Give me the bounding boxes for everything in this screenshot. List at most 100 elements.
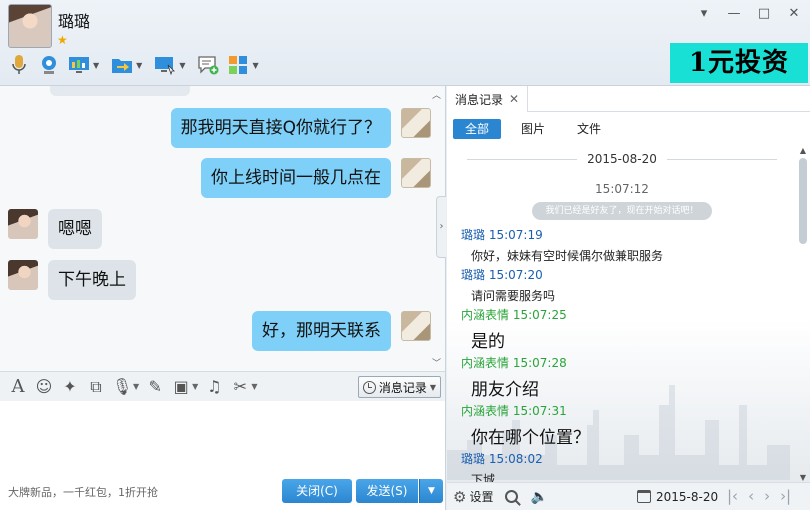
chevron-down-icon[interactable]: ▼: [136, 61, 142, 70]
maximize-button[interactable]: □: [756, 6, 772, 22]
history-scrollbar[interactable]: ▲ ▼: [798, 146, 808, 482]
message-text: 请问需要服务吗: [471, 289, 556, 303]
sender-name: 内涵表情: [461, 308, 510, 322]
magic-wand-icon[interactable]: ✦: [60, 377, 80, 396]
collapse-panel-handle[interactable]: ›: [436, 196, 446, 258]
history-time: 15:07:12: [595, 182, 649, 196]
history-entry[interactable]: 内涵表情 15:07:28 朋友介绍: [461, 354, 567, 400]
send-options-dropdown[interactable]: ▼: [419, 479, 443, 503]
history-filters: 全部 图片 文件: [453, 119, 613, 139]
apps-grid-icon[interactable]: [227, 54, 249, 76]
promo-link[interactable]: 大牌新品，一千红包，1折开抢: [8, 484, 158, 500]
history-entry[interactable]: 璐璐 15:07:19 你好，妹妹有空时候偶尔做兼职服务: [461, 226, 663, 264]
voice-message-icon[interactable]: 🎙: [112, 377, 132, 396]
message-row: 嗯嗯: [8, 209, 102, 249]
edit-icon[interactable]: ✎: [145, 377, 165, 396]
message-text: 朋友介绍: [471, 380, 539, 400]
history-date-picker[interactable]: 2015-8-20: [656, 490, 718, 504]
video-camera-icon[interactable]: [38, 54, 60, 76]
chevron-down-icon[interactable]: ▼: [252, 61, 258, 70]
scroll-up-arrow[interactable]: ︿: [432, 88, 441, 101]
history-tab-bar: 消息记录 ✕: [447, 86, 810, 112]
partial-message-bubble: [50, 86, 190, 96]
scroll-up-arrow[interactable]: ▲: [798, 146, 808, 155]
message-row: 下午晚上: [8, 260, 136, 300]
contact-name[interactable]: 璐璐: [58, 8, 90, 32]
message-row: 你上线时间一般几点在: [201, 158, 431, 198]
prev-page-button[interactable]: ‹: [748, 487, 754, 505]
sender-name: 璐璐: [461, 452, 486, 466]
message-row: 那我明天直接Q你就行了？: [170, 108, 431, 148]
microphone-icon[interactable]: [8, 54, 30, 76]
music-icon[interactable]: ♫: [204, 377, 224, 396]
close-window-button[interactable]: ✕: [786, 6, 802, 22]
message-text: 你在哪个位置？: [471, 428, 590, 448]
scroll-down-arrow[interactable]: ▼: [798, 473, 808, 482]
message-time: 15:07:28: [512, 356, 567, 370]
scroll-thumb[interactable]: [799, 158, 807, 244]
calendar-icon[interactable]: [637, 490, 651, 503]
screenshot-icon[interactable]: ⧉: [86, 377, 106, 397]
send-button[interactable]: 发送(S): [356, 479, 418, 503]
file-transfer-icon[interactable]: [111, 54, 133, 76]
chat-header: 璐璐 ★ ▾ — □ ✕ ▼ ▼ ▼ ▼ 1元投资: [0, 0, 810, 86]
chevron-down-icon: ▼: [429, 382, 436, 392]
message-history-label: 消息记录: [378, 380, 427, 395]
received-message-bubble[interactable]: 下午晚上: [48, 260, 136, 300]
system-notice: 我们已经是好友了，现在开始对话吧！: [532, 202, 712, 220]
close-icon[interactable]: ✕: [509, 92, 519, 106]
sender-name: 璐璐: [461, 268, 486, 282]
scroll-down-arrow[interactable]: ﹀: [432, 356, 441, 369]
message-time: 15:07:20: [488, 268, 543, 282]
my-avatar[interactable]: [401, 108, 431, 138]
chevron-down-icon[interactable]: ▼: [192, 382, 198, 391]
first-page-button[interactable]: |‹: [727, 487, 738, 505]
chevron-down-icon[interactable]: ▼: [179, 61, 185, 70]
received-message-bubble[interactable]: 嗯嗯: [48, 209, 102, 249]
chevron-down-icon[interactable]: ▼: [93, 61, 99, 70]
message-input[interactable]: 大牌新品，一千红包，1折开抢 关闭(C) 发送(S) ▼: [0, 401, 446, 510]
sender-name: 璐璐: [461, 228, 486, 242]
last-page-button[interactable]: ›|: [780, 487, 791, 505]
contact-avatar-small[interactable]: [8, 260, 38, 290]
filter-all[interactable]: 全部: [453, 119, 502, 139]
my-avatar[interactable]: [401, 158, 431, 188]
settings-button[interactable]: 设置: [469, 488, 493, 505]
font-icon[interactable]: A: [8, 376, 28, 397]
history-entry[interactable]: 内涵表情 15:07:25 是的: [461, 306, 567, 352]
contact-avatar[interactable]: [8, 4, 52, 48]
message-time: 15:08:02: [488, 452, 543, 466]
tab-label: 消息记录: [455, 92, 504, 107]
scissors-icon[interactable]: ✂: [230, 377, 250, 396]
tab-message-history[interactable]: 消息记录 ✕: [447, 86, 529, 112]
new-chat-icon[interactable]: [197, 54, 219, 76]
chevron-down-icon[interactable]: ▼: [251, 382, 257, 391]
chevron-down-icon[interactable]: ▼: [133, 382, 139, 391]
screen-share-icon[interactable]: [68, 54, 90, 76]
emoji-icon[interactable]: ☺: [34, 377, 54, 396]
chat-message-area[interactable]: ︿ 那我明天直接Q你就行了？ 你上线时间一般几点在 嗯嗯 下午晚上 好，那明天联…: [0, 86, 446, 371]
history-entry[interactable]: 璐璐 15:07:20 请问需要服务吗: [461, 266, 555, 304]
sender-name: 内涵表情: [461, 356, 510, 370]
history-date-divider: 2015-08-20: [447, 152, 797, 166]
contact-avatar-small[interactable]: [8, 209, 38, 239]
filter-images[interactable]: 图片: [509, 119, 557, 139]
close-button[interactable]: 关闭(C): [282, 479, 352, 503]
speaker-icon[interactable]: 🔈: [530, 489, 547, 505]
image-icon[interactable]: ▣: [171, 377, 191, 396]
next-page-button[interactable]: ›: [764, 487, 770, 505]
minimize-button[interactable]: —: [726, 6, 742, 22]
menu-dropdown-button[interactable]: ▾: [696, 6, 712, 22]
history-entry[interactable]: 内涵表情 15:07:31 你在哪个位置？: [461, 402, 590, 448]
filter-files[interactable]: 文件: [565, 119, 613, 139]
sent-message-bubble[interactable]: 好，那明天联系: [252, 311, 391, 351]
sent-message-bubble[interactable]: 那我明天直接Q你就行了？: [170, 108, 391, 148]
gear-icon[interactable]: ⚙: [453, 488, 466, 506]
search-icon[interactable]: [505, 490, 519, 503]
ad-banner[interactable]: 1元投资: [670, 43, 808, 83]
sent-message-bubble[interactable]: 你上线时间一般几点在: [201, 158, 391, 198]
remote-desktop-icon[interactable]: [154, 54, 176, 76]
message-history-panel: 消息记录 ✕ 全部 图片 文件 2015-08-20 15:07:12 我们已经…: [447, 86, 810, 510]
message-history-button[interactable]: 消息记录 ▼: [357, 376, 441, 398]
my-avatar[interactable]: [401, 311, 431, 341]
